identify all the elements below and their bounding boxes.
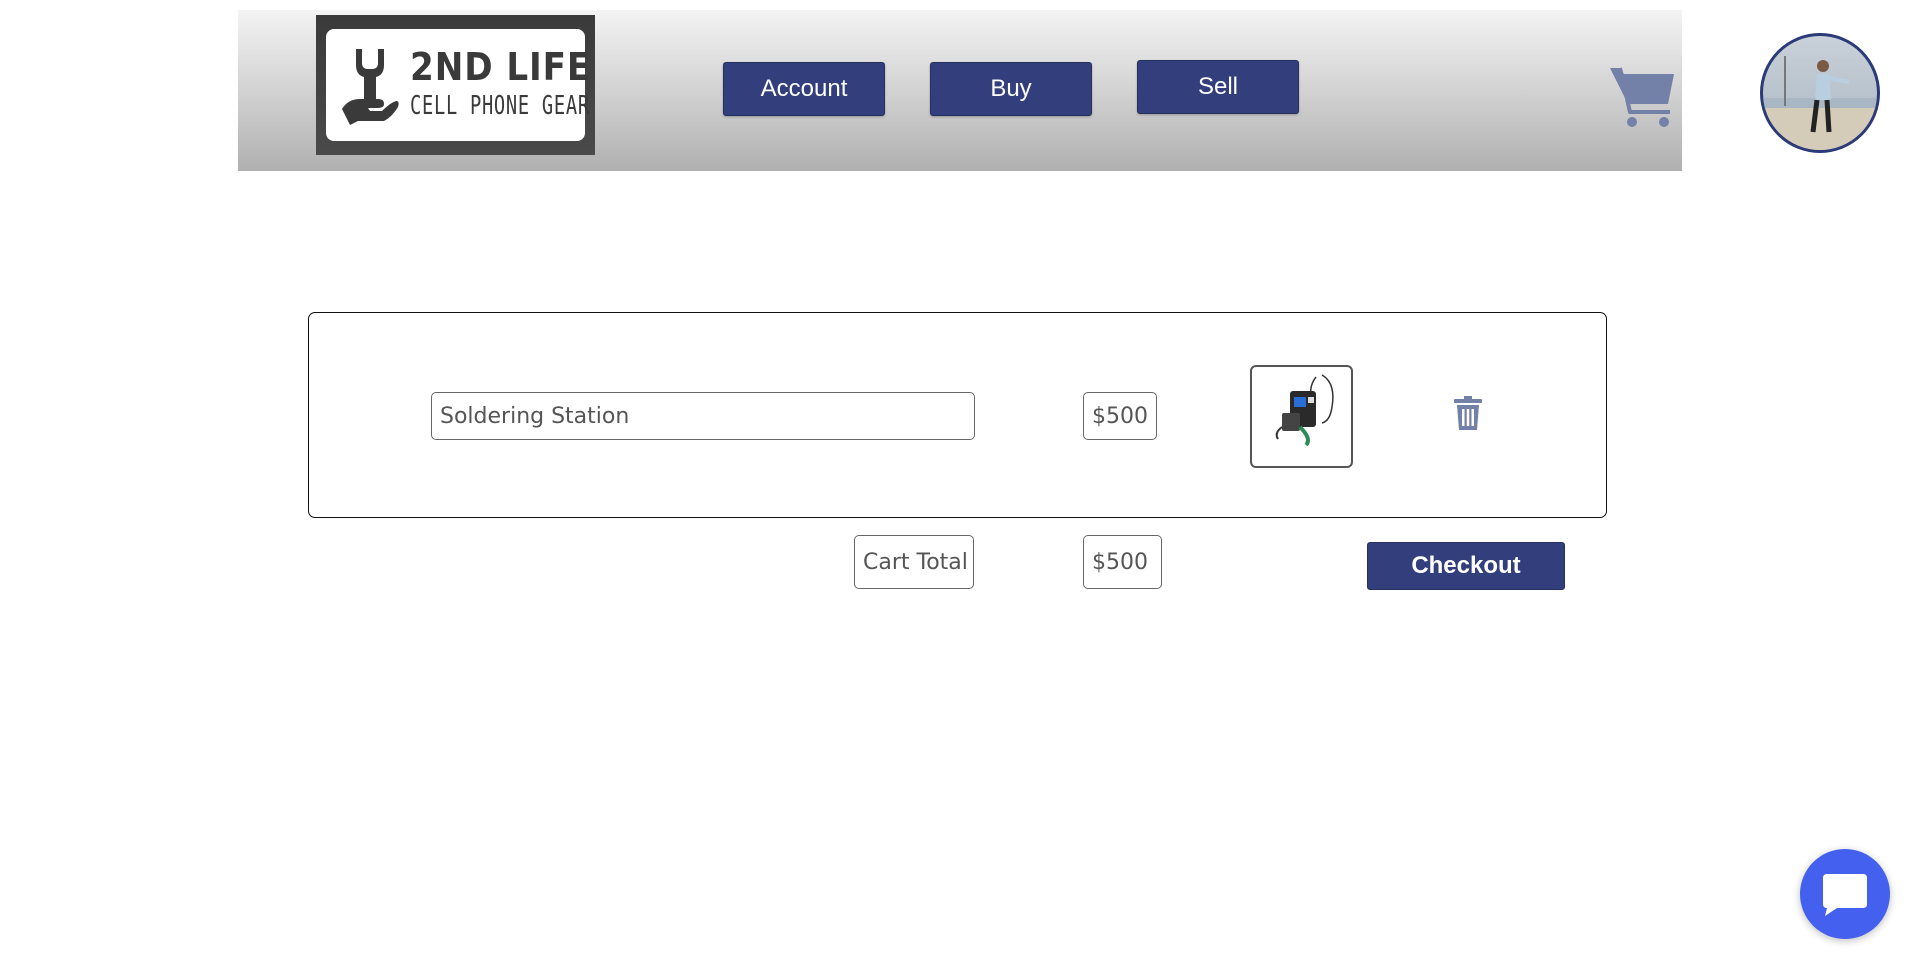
- user-avatar[interactable]: [1760, 33, 1880, 153]
- site-logo[interactable]: 2ND LIFE CELL PHONE GEAR: [316, 15, 595, 155]
- logo-panel: 2ND LIFE CELL PHONE GEAR: [326, 29, 590, 141]
- chat-bubble-icon: [1823, 874, 1867, 916]
- sell-button[interactable]: Sell: [1137, 60, 1299, 114]
- product-price-field[interactable]: $500: [1083, 392, 1157, 440]
- account-button[interactable]: Account: [723, 62, 885, 116]
- site-header: 2ND LIFE CELL PHONE GEAR Account Buy Sel…: [238, 10, 1880, 171]
- cart-total-value: $500: [1083, 535, 1162, 589]
- checkout-button-label: Checkout: [1411, 552, 1521, 579]
- soldering-station-image: [1275, 374, 1334, 447]
- shopping-cart-icon[interactable]: [1608, 62, 1678, 128]
- product-name-field[interactable]: Soldering Station: [431, 392, 975, 440]
- buy-button[interactable]: Buy: [930, 62, 1092, 116]
- account-button-label: Account: [760, 75, 848, 102]
- chat-widget-button[interactable]: [1800, 849, 1890, 939]
- wrench-hand-icon: [342, 49, 399, 125]
- product-thumbnail[interactable]: [1250, 365, 1353, 468]
- buy-button-label: Buy: [990, 75, 1032, 102]
- checkout-button[interactable]: Checkout: [1367, 542, 1565, 590]
- cart-total-label: Cart Total: [854, 535, 974, 589]
- avatar-photo: [1763, 56, 1877, 150]
- logo-title: 2ND LIFE: [410, 45, 592, 89]
- trash-icon[interactable]: [1454, 396, 1482, 430]
- sell-button-label: Sell: [1197, 73, 1239, 100]
- logo-subtitle: CELL PHONE GEAR: [410, 91, 590, 121]
